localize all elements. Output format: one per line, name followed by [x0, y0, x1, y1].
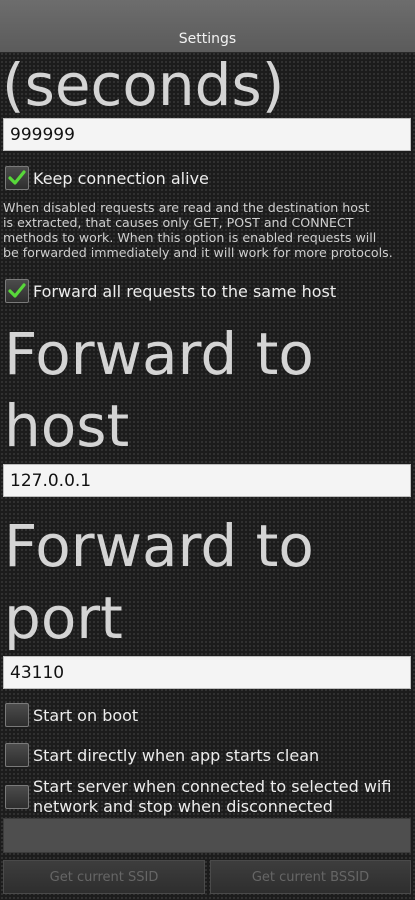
- start-wifi-checkbox[interactable]: [5, 785, 29, 809]
- checkmark-icon: [8, 170, 26, 185]
- help-line: When disabled requests are read and the …: [3, 200, 370, 215]
- forward-all-label: Forward all requests to the same host: [33, 282, 337, 301]
- title-bar: Settings: [0, 0, 415, 53]
- help-line: be forwarded immediately and it will wor…: [3, 245, 393, 260]
- keep-alive-checkbox[interactable]: [5, 166, 29, 190]
- title-text: Settings: [178, 31, 237, 47]
- help-line: is extracted, that causes only GET, POST…: [3, 215, 354, 230]
- checkmark-icon: [8, 283, 26, 298]
- forward-host-heading-line1: Forward to: [4, 320, 314, 388]
- keep-alive-label: Keep connection alive: [33, 169, 209, 188]
- keep-alive-help: When disabled requests are read and the …: [3, 200, 415, 260]
- start-wifi-label-line: Start server when connected to selected …: [33, 777, 392, 796]
- forward-port-heading-line1: Forward to: [4, 512, 314, 580]
- start-on-boot-checkbox[interactable]: [5, 703, 29, 727]
- forward-host-input[interactable]: 127.0.0.1: [3, 464, 411, 497]
- get-ssid-button[interactable]: Get current SSID: [3, 860, 205, 894]
- start-directly-label: Start directly when app starts clean: [33, 746, 320, 765]
- wifi-selector[interactable]: [3, 818, 411, 853]
- forward-host-heading-line2: host: [4, 392, 130, 460]
- get-bssid-button[interactable]: Get current BSSID: [210, 860, 411, 894]
- forward-all-checkbox[interactable]: [5, 279, 29, 303]
- start-wifi-label-line: network and stop when disconnected: [33, 797, 333, 816]
- timeout-input[interactable]: 999999: [3, 118, 411, 151]
- timeout-heading: (seconds): [2, 51, 285, 119]
- start-wifi-label: Start server when connected to selected …: [33, 777, 391, 817]
- start-on-boot-label: Start on boot: [33, 706, 139, 725]
- start-directly-checkbox[interactable]: [5, 743, 29, 767]
- forward-port-input[interactable]: 43110: [3, 656, 411, 689]
- help-line: methods to work. When this option is ena…: [3, 230, 377, 245]
- forward-port-heading-line2: port: [4, 584, 123, 652]
